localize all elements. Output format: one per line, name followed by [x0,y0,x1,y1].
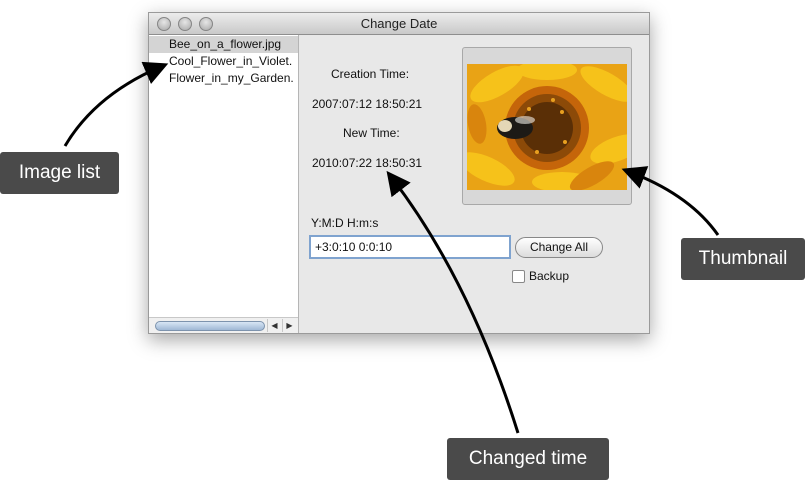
changed-time-arrow [386,170,520,434]
thumbnail-arrow [621,166,720,236]
changed-time-callout: Changed time [447,438,609,480]
image-list-callout: Image list [0,152,119,194]
image-list-arrow [63,61,169,147]
thumbnail-callout: Thumbnail [681,238,805,280]
